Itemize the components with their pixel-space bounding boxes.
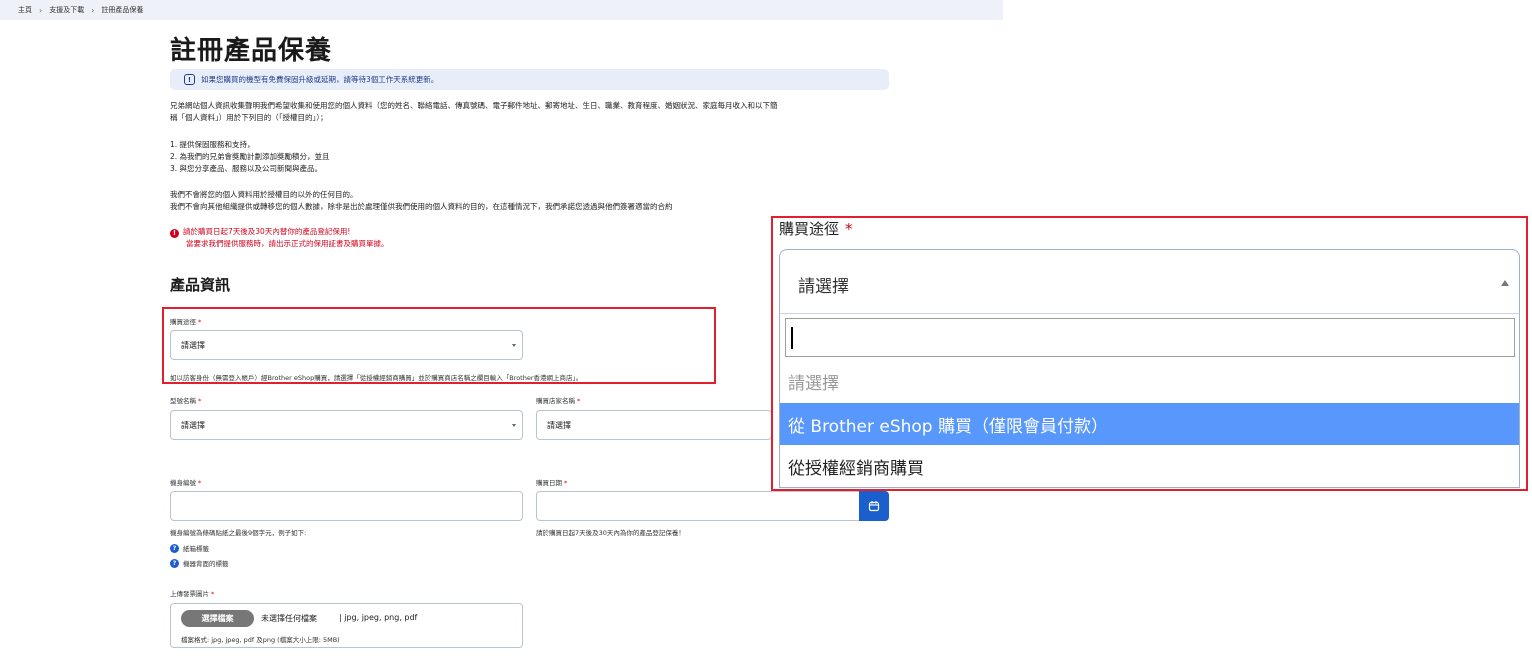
purchase-date-input[interactable] [536,491,860,521]
file-types-text: | jpg, jpeg, png, pdf [339,613,418,622]
model-name-label: 型號名稱 * [170,397,202,405]
question-icon: ? [170,558,179,568]
file-format-hint: 檔案格式: jpg, jpeg, pdf 及png (檔案大小上限: 5MB) [181,636,340,644]
breadcrumb-current: 註冊產品保養 [101,6,144,14]
store-name-select[interactable]: 請選擇 [536,410,772,440]
choose-file-button[interactable]: 選擇檔案 [181,610,254,627]
model-name-value: 請選擇 [181,420,205,430]
chevron-right-icon: › [39,5,43,15]
help-carton-label[interactable]: ? 紙箱標籤 [170,543,209,553]
notice-text: 如果您購買的機型有免費保固升級或延期，請等待3個工作天系統更新。 [201,75,439,84]
highlight-box [162,307,716,384]
upload-label: 上傳發票圖片 * [170,590,215,598]
serial-number-hint: 機身編號為條碼貼紙之最後9個字元，例子如下: [170,529,307,537]
warning-line-2: 當要求我們提供服務時，請出示正式的保用証書及購買單據。 [186,239,389,248]
section-title: 產品資訊 [170,276,231,294]
serial-number-input[interactable] [170,491,523,521]
upload-field: 選擇檔案 未選擇任何檔案 | jpg, jpeg, png, pdf 檔案格式:… [170,603,523,648]
page-title: 註冊產品保養 [170,36,333,66]
help-machine-label[interactable]: ? 機器背面的標籤 [170,558,229,568]
alert-icon: ! [170,229,179,238]
chevron-down-icon [512,424,516,427]
purchase-date-label: 購買日期 * [536,479,568,487]
model-name-select[interactable]: 請選擇 [170,410,523,440]
purpose-item: 1. 提供保固服務和支持， [170,140,255,149]
warranty-warning: ! 請於購買日起7天後及30天內替你的產品登記保用! 當要求我們提供服務時，請出示… [170,226,389,250]
calendar-icon [868,501,880,512]
question-icon: ? [170,543,179,553]
breadcrumb-support[interactable]: 支援及下載 [49,5,84,15]
store-name-value: 請選擇 [547,420,571,430]
intro-line-2: 稱「個人資料」）用於下列目的（「授權目的」）； [170,113,328,122]
info-icon: ! [184,74,195,85]
purpose-item: 2. 為我們的兄弟會獎勵計劃添加獎勵積分，並且 [170,152,330,161]
serial-number-label: 機身編號 * [170,479,202,487]
privacy-statement: 兄弟網站個人資訊收集聲明我們希望收集和使用您的個人資料（您的姓名、聯絡電話、傳真… [170,100,890,124]
policy-line-2: 我們不會向其他組織提供或轉移您的個人數據，除非是出於處理僅供我們使用的個人資料的… [170,202,673,211]
breadcrumb: 主頁 › 支援及下載 › 註冊產品保養 [0,0,1003,20]
calendar-button[interactable] [859,491,889,521]
purchase-date-hint: 請於購買日起7天後及30天內為你的產品登記保養！ [536,529,685,537]
no-file-text: 未選擇任何檔案 [261,614,317,623]
policy-text: 我們不會將您的個人資料用於授權目的以外的任何目的。 我們不會向其他組織提供或轉移… [170,189,890,213]
highlight-box [771,216,1528,491]
policy-line-1: 我們不會將您的個人資料用於授權目的以外的任何目的。 [170,190,358,199]
chevron-right-icon: › [91,5,95,15]
purpose-item: 3. 與您分享產品、服務以及公司新聞與產品。 [170,164,323,173]
breadcrumb-home[interactable]: 主頁 [18,5,32,15]
purpose-list: 1. 提供保固服務和支持， 2. 為我們的兄弟會獎勵計劃添加獎勵積分，並且 3.… [170,139,890,175]
store-name-label: 購買店家名稱 * [536,397,581,405]
warning-line-1: 請於購買日起7天後及30天內替你的產品登記保用! [183,227,351,236]
intro-line-1: 兄弟網站個人資訊收集聲明我們希望收集和使用您的個人資料（您的姓名、聯絡電話、傳真… [170,101,778,110]
info-notice: ! 如果您購買的機型有免費保固升級或延期，請等待3個工作天系統更新。 [170,69,889,90]
